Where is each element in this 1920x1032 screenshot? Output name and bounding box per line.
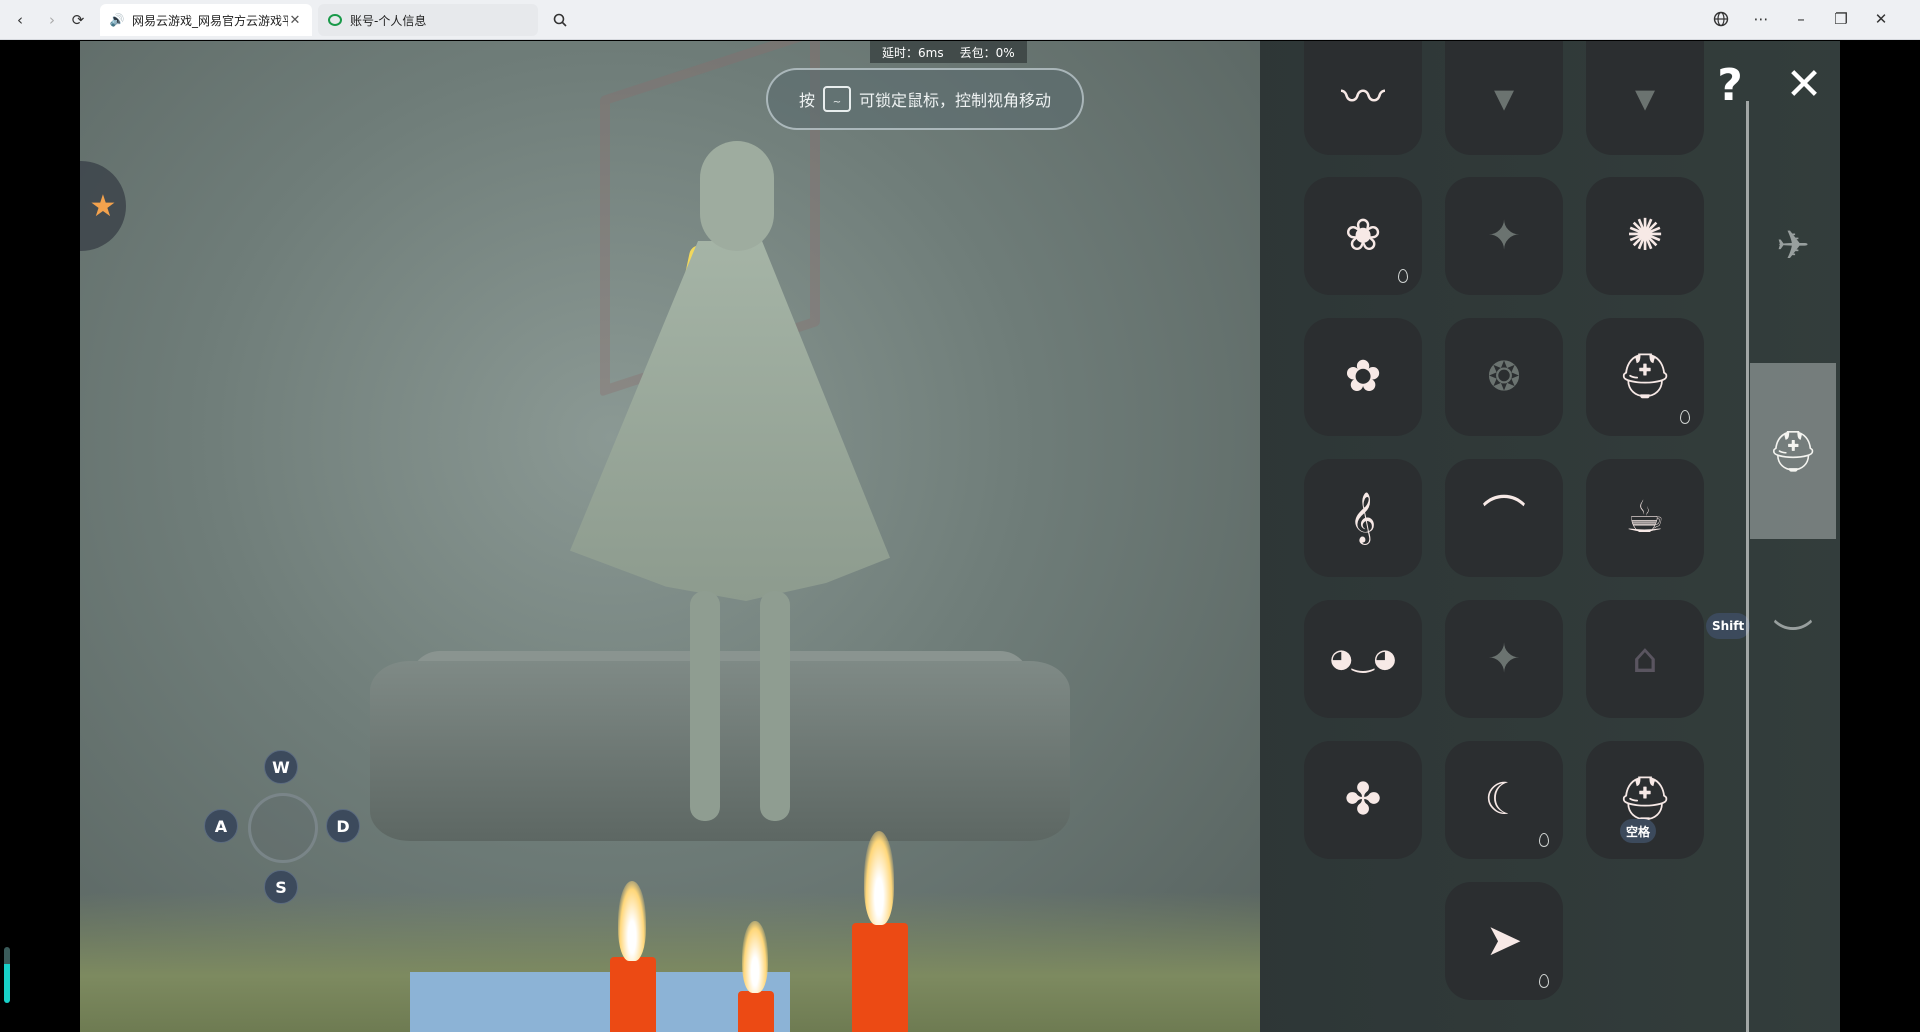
space-key-badge: 空格 (1620, 819, 1657, 843)
sparkle-icon: ✦ (1487, 636, 1521, 682)
empty-slot-icon: ▾ (1493, 75, 1515, 121)
clover-icon: ✤ (1344, 774, 1382, 825)
empty-slot-icon: ▾ (1634, 75, 1656, 121)
candle (852, 923, 908, 1032)
help-icon[interactable]: ? (1712, 59, 1748, 111)
star-badge-icon: ✺ (1626, 210, 1664, 261)
shift-key-badge: Shift (1706, 613, 1751, 639)
tab-title: 网易云游戏_网易官方云游戏平 (132, 13, 288, 28)
sun-hat-icon: ⛑ (1617, 351, 1673, 402)
outfit-slot[interactable]: ⛑ 空格 (1586, 741, 1704, 859)
outfit-slot[interactable]: ⌂ (1586, 600, 1704, 718)
packet-loss-text: 丢包：0% (959, 45, 1015, 60)
water-tile (410, 972, 790, 1032)
minimize-icon[interactable]: – (1790, 8, 1812, 30)
flower-hairpiece-icon: ❀ (1344, 210, 1382, 261)
outfit-slot[interactable]: ⛑ (1586, 318, 1704, 436)
star-icon: ★ (89, 188, 117, 224)
close-icon[interactable]: ✕ (1870, 8, 1892, 30)
tab-account-info[interactable]: 账号-个人信息 (318, 4, 538, 36)
reload-icon[interactable]: ⟳ (66, 8, 90, 32)
chevron-left-icon[interactable]: ‹ (8, 8, 32, 32)
outfit-slot[interactable]: ✺ (1586, 177, 1704, 295)
rose-icon: ✿ (1344, 351, 1382, 402)
outfit-slot[interactable]: ▾ (1586, 41, 1704, 155)
shell-icon: ❂ (1487, 354, 1521, 400)
mouse-lock-hint: 按 ~ 可锁定鼠标，控制视角移动 (766, 68, 1084, 130)
category-hat-tab[interactable]: ⛑ (1750, 363, 1836, 539)
player-character (570, 101, 890, 841)
globe-icon[interactable] (1710, 8, 1732, 30)
latency-text: 延时：6ms (882, 45, 944, 60)
speaker-icon: 🔊 (109, 13, 125, 27)
music-note-icon: 𝄞 (1349, 492, 1376, 543)
tab-title: 账号-个人信息 (350, 13, 427, 28)
category-strip: ✈ ⛑ ︶ (1746, 101, 1840, 1032)
candle-flame (618, 881, 646, 961)
outfit-slot[interactable]: 〰 (1304, 41, 1422, 155)
candle (610, 957, 656, 1032)
search-icon[interactable] (548, 8, 572, 32)
outfit-slot[interactable]: ✦ (1445, 177, 1563, 295)
browser-toolbar: ‹ › ⟳ 🔊 网易云游戏_网易官方云游戏平 ✕ 账号-个人信息 ⋯ – ❐ ✕ (0, 0, 1920, 40)
category-hair-tab[interactable]: ✈ (1750, 191, 1836, 301)
puppy-hat-icon: ◕‿◕ (1329, 644, 1397, 674)
tilde-key-icon: ~ (823, 86, 851, 112)
character-leg (690, 591, 720, 821)
teacup-icon: ☕ (1625, 492, 1665, 543)
hood-icon: ⌂ (1632, 636, 1658, 682)
movement-joystick[interactable] (248, 793, 318, 863)
outfit-slot[interactable]: ✦ (1445, 600, 1563, 718)
outfit-slot[interactable]: ❀ (1304, 177, 1422, 295)
cursor-arrow-icon: ➤ (1485, 915, 1523, 966)
key-s-button[interactable]: S (264, 870, 298, 904)
candle-flame (742, 921, 768, 993)
more-icon[interactable]: ⋯ (1750, 8, 1772, 30)
outfit-slot[interactable]: ◕‿◕ (1304, 600, 1422, 718)
game-scene[interactable] (80, 41, 1260, 1032)
outfit-slot[interactable]: ✤ (1304, 741, 1422, 859)
key-a-button[interactable]: A (204, 809, 238, 843)
candle-flame (864, 831, 894, 925)
netease-logo-icon (328, 13, 342, 27)
drop-icon (1539, 974, 1549, 988)
sparkle-icon: ✦ (1487, 213, 1521, 259)
outfit-slot[interactable]: ❂ (1445, 318, 1563, 436)
restore-icon[interactable]: ❐ (1830, 8, 1852, 30)
candle (738, 991, 774, 1032)
close-icon[interactable]: ✕ (288, 13, 302, 28)
tab-cloud-game[interactable]: 🔊 网易云游戏_网易官方云游戏平 ✕ (100, 4, 312, 36)
character-head (700, 141, 774, 251)
network-status: 延时：6ms 丢包：0% (870, 41, 1027, 63)
feather-cap-icon: ⛑ (1617, 774, 1673, 825)
drop-icon (1680, 410, 1690, 424)
character-cape (570, 241, 890, 601)
outfit-slot[interactable]: ☾ (1445, 741, 1563, 859)
outfit-slot[interactable]: 𝄞 (1304, 459, 1422, 577)
outfit-slot[interactable]: ➤ (1445, 882, 1563, 1000)
hint-text: 可锁定鼠标，控制视角移动 (859, 91, 1052, 110)
category-headband-tab[interactable]: ︶ (1750, 581, 1836, 691)
side-meter (4, 947, 10, 1003)
chevron-right-icon[interactable]: › (40, 8, 64, 32)
category-divider (1746, 101, 1749, 1032)
hint-prefix: 按 (798, 91, 815, 110)
drop-icon (1539, 833, 1549, 847)
outfit-slot[interactable]: ☕ (1586, 459, 1704, 577)
outfit-slot[interactable]: ⌒ (1445, 459, 1563, 577)
drop-icon (1398, 269, 1408, 283)
outfit-slot[interactable]: ✿ (1304, 318, 1422, 436)
hat-brim-icon: 〰 (1341, 72, 1385, 123)
game-viewport[interactable]: ★ 延时：6ms 丢包：0% 按 ~ 可锁定鼠标，控制视角移动 W A D S … (0, 41, 1920, 1032)
headband-icon: ⌒ (1482, 492, 1526, 543)
crescent-flower-icon: ☾ (1484, 774, 1524, 825)
key-d-button[interactable]: D (326, 809, 360, 843)
outfit-slot[interactable]: ▾ (1445, 41, 1563, 155)
character-leg (760, 591, 790, 821)
key-w-button[interactable]: W (264, 750, 298, 784)
